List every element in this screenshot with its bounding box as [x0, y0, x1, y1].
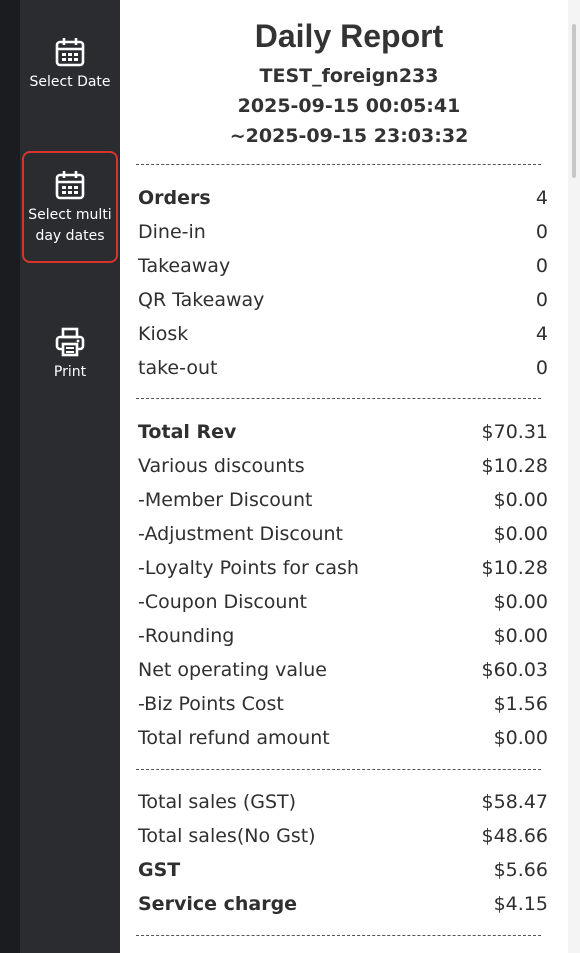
- service-charge-row: Service charge $4.15: [138, 887, 548, 921]
- rounding-row: -Rounding $0.00: [138, 619, 548, 653]
- various-discounts-row: Various discounts $10.28: [138, 449, 548, 483]
- daily-report: Daily Report TEST_foreign233 2025-09-15 …: [120, 0, 568, 953]
- row-value: $1.56: [493, 693, 548, 715]
- divider: [136, 935, 541, 936]
- report-end-time: ~2025-09-15 23:03:32: [229, 125, 469, 147]
- sidebar: Select Date Select multi day dates Print: [20, 0, 120, 953]
- report-title: Daily Report: [254, 18, 444, 54]
- loyalty-points-row: -Loyalty Points for cash $10.28: [138, 551, 548, 585]
- gst-row: GST $5.66: [138, 853, 548, 887]
- report-start-time: 2025-09-15 00:05:41: [237, 95, 461, 117]
- row-label: Total sales(No Gst): [138, 825, 316, 847]
- row-label: GST: [138, 859, 181, 881]
- print-label: Print: [53, 364, 87, 380]
- dine-in-row: Dine-in 0: [138, 215, 548, 249]
- row-label: Total Rev: [138, 421, 237, 443]
- row-label: -Coupon Discount: [138, 591, 307, 613]
- row-label: -Adjustment Discount: [138, 523, 343, 545]
- row-value: $10.28: [481, 455, 548, 477]
- row-label: Kiosk: [138, 323, 189, 345]
- row-value: $60.03: [481, 659, 548, 681]
- divider: [136, 769, 541, 770]
- row-value: 4: [535, 187, 548, 209]
- total-sales-gst-row: Total sales (GST) $58.47: [138, 785, 548, 819]
- divider: [136, 398, 541, 399]
- row-value: 0: [535, 255, 548, 277]
- row-label: Net operating value: [138, 659, 327, 681]
- row-value: $10.28: [481, 557, 548, 579]
- printer-icon: [55, 327, 85, 357]
- kiosk-row: Kiosk 4: [138, 317, 548, 351]
- row-label: Takeaway: [138, 255, 231, 277]
- divider: [136, 164, 541, 165]
- row-value: $58.47: [481, 791, 548, 813]
- window-edge: [0, 0, 20, 953]
- row-value: $0.00: [493, 523, 548, 545]
- calendar-icon: [55, 38, 85, 67]
- row-label: take-out: [138, 357, 218, 379]
- select-date-label: Select Date: [29, 74, 111, 90]
- row-label: QR Takeaway: [138, 289, 265, 311]
- row-label: Orders: [138, 187, 211, 209]
- net-operating-value-row: Net operating value $60.03: [138, 653, 548, 687]
- row-value: $0.00: [493, 625, 548, 647]
- row-value: $0.00: [493, 489, 548, 511]
- row-value: $4.15: [493, 893, 548, 915]
- qr-takeaway-row: QR Takeaway 0: [138, 283, 548, 317]
- row-value: $70.31: [481, 421, 548, 443]
- row-label: -Rounding: [138, 625, 235, 647]
- row-value: $0.00: [493, 727, 548, 749]
- row-value: 4: [535, 323, 548, 345]
- row-label: Service charge: [138, 893, 298, 915]
- row-label: -Member Discount: [138, 489, 313, 511]
- take-out-row: take-out 0: [138, 351, 548, 385]
- total-rev-row: Total Rev $70.31: [138, 415, 548, 449]
- store-name: TEST_foreign233: [259, 65, 439, 87]
- orders-row: Orders 4: [138, 181, 548, 215]
- select-multi-day-button[interactable]: Select multi day dates: [22, 151, 118, 263]
- total-refund-row: Total refund amount $0.00: [138, 721, 548, 755]
- adjustment-discount-row: -Adjustment Discount $0.00: [138, 517, 548, 551]
- scrollbar[interactable]: [568, 0, 580, 953]
- print-button[interactable]: Print: [22, 326, 118, 383]
- row-label: -Biz Points Cost: [138, 693, 284, 715]
- calendar-icon: [55, 171, 85, 200]
- select-multi-day-label: Select multi day dates: [28, 207, 112, 244]
- row-value: $0.00: [493, 591, 548, 613]
- row-label: Total refund amount: [138, 727, 330, 749]
- takeaway-row: Takeaway 0: [138, 249, 548, 283]
- row-value: 0: [535, 289, 548, 311]
- member-discount-row: -Member Discount $0.00: [138, 483, 548, 517]
- row-value: 0: [535, 221, 548, 243]
- row-value: $48.66: [481, 825, 548, 847]
- select-date-button[interactable]: Select Date: [22, 36, 118, 93]
- row-label: Total sales (GST): [138, 791, 297, 813]
- row-label: Dine-in: [138, 221, 206, 243]
- row-value: $5.66: [493, 859, 548, 881]
- row-label: -Loyalty Points for cash: [138, 557, 359, 579]
- row-label: Various discounts: [138, 455, 305, 477]
- total-sales-no-gst-row: Total sales(No Gst) $48.66: [138, 819, 548, 853]
- biz-points-cost-row: -Biz Points Cost $1.56: [138, 687, 548, 721]
- scrollbar-thumb[interactable]: [572, 24, 576, 178]
- row-value: 0: [535, 357, 548, 379]
- coupon-discount-row: -Coupon Discount $0.00: [138, 585, 548, 619]
